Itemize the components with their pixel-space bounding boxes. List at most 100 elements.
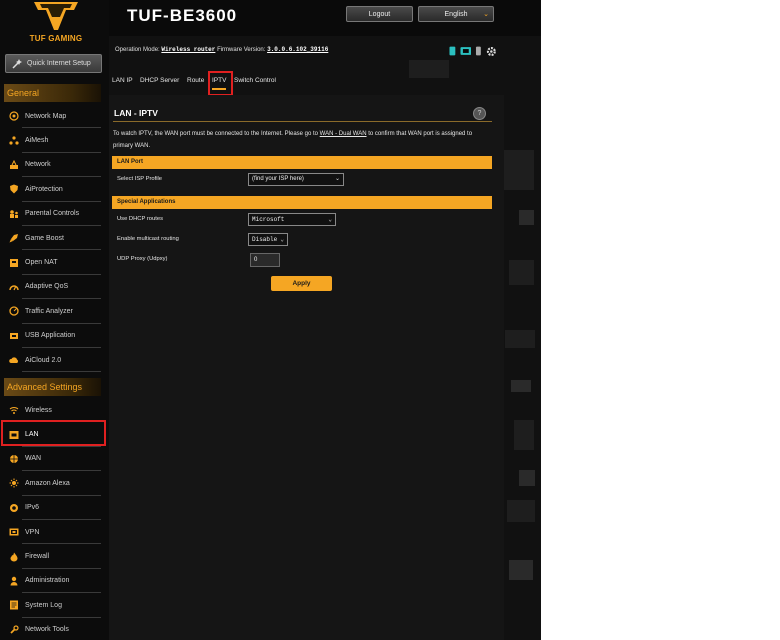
sidebar-item-label: Network Map	[25, 112, 67, 120]
dhcp-routes-select[interactable]: Microsoft ⌄	[248, 213, 336, 226]
logout-button[interactable]: Logout	[346, 6, 413, 22]
sidebar-item-wan[interactable]: WAN	[0, 447, 109, 472]
tab-dhcp-server[interactable]: DHCP Server	[140, 72, 179, 90]
multicast-value: Disable	[252, 236, 278, 243]
tab-lan-ip[interactable]: LAN IP	[112, 72, 133, 90]
shield-icon	[10, 184, 18, 194]
sidebar-item-traffic-analyzer[interactable]: Traffic Analyzer	[0, 299, 109, 324]
usb-status-icon[interactable]	[475, 46, 482, 56]
firmware-link[interactable]: 3.0.0.6.102_39116	[267, 46, 328, 53]
parental-icon	[10, 209, 18, 218]
sidebar-item-adaptive-qos[interactable]: Adaptive QoS	[0, 275, 109, 300]
sidebar-item-label: Administration	[25, 577, 70, 585]
sidebar-item-label: USB Application	[25, 332, 76, 340]
sidebar-item-label: Game Boost	[25, 234, 64, 242]
sidebar-item-label: AiCloud 2.0	[25, 356, 62, 364]
help-icon[interactable]: ?	[473, 107, 486, 120]
firewall-icon	[10, 552, 18, 562]
wireless-icon	[9, 407, 19, 415]
sidebar-item-label: Network	[25, 161, 51, 169]
nat-icon	[10, 258, 18, 267]
lan-port-header: LAN Port	[112, 156, 492, 169]
admin-icon	[10, 576, 18, 586]
network-map-icon	[9, 111, 19, 121]
isp-profile-select[interactable]: (find your ISP here) ⌄	[248, 173, 344, 186]
general-section-title: General	[4, 84, 101, 102]
apply-button[interactable]: Apply	[271, 276, 332, 291]
sidebar-item-label: Traffic Analyzer	[25, 307, 73, 315]
isp-profile-label: Select ISP Profile	[117, 176, 163, 182]
tab-switch-control[interactable]: Switch Control	[234, 72, 276, 90]
sidebar-item-network-map[interactable]: Network Map	[0, 104, 109, 129]
internet-status-icon[interactable]	[460, 46, 472, 56]
advanced-settings-title: Advanced Settings	[4, 378, 101, 396]
chevron-down-icon: ⌄	[280, 236, 284, 243]
status-line: Operation Mode: Wireless router Firmware…	[115, 46, 328, 53]
udpxy-input[interactable]: 0	[250, 253, 280, 267]
sidebar-item-network-tools[interactable]: Network Tools	[0, 618, 109, 640]
iptv-highlight-box	[208, 71, 233, 96]
sidebar-item-aiprotection[interactable]: AiProtection	[0, 177, 109, 202]
tools-icon	[10, 625, 19, 634]
lan-highlight-box	[1, 420, 106, 446]
sidebar-item-firewall[interactable]: Firewall	[0, 544, 109, 570]
log-icon	[10, 600, 18, 610]
quick-internet-setup-button[interactable]: Quick Internet Setup	[5, 54, 102, 73]
status-icons	[449, 45, 497, 57]
sidebar-item-ipv6[interactable]: IPv6	[0, 496, 109, 521]
sidebar-item-label: WAN	[25, 455, 42, 463]
sidebar-item-label: Adaptive QoS	[25, 283, 69, 291]
sidebar-item-wireless[interactable]: Wireless	[0, 398, 109, 423]
top-bar: TUF-BE3600 Logout English ⌄	[109, 0, 541, 36]
chevron-down-icon: ⌄	[328, 216, 332, 223]
sidebar-item-aimesh[interactable]: AiMesh	[0, 128, 109, 154]
sidebar-item-label: Firewall	[25, 553, 50, 561]
sidebar-item-vpn[interactable]: VPN	[0, 520, 109, 545]
operation-mode-label: Operation Mode:	[115, 47, 160, 53]
sidebar-item-usb-application[interactable]: USB Application	[0, 324, 109, 349]
aimesh-icon	[9, 135, 19, 145]
sidebar-item-network[interactable]: Network	[0, 153, 109, 178]
sidebar-item-game-boost[interactable]: Game Boost	[0, 226, 109, 251]
dhcp-routes-row: Use DHCP routes Microsoft ⌄	[112, 210, 492, 230]
tab-route[interactable]: Route	[187, 72, 204, 90]
wand-icon	[12, 58, 22, 69]
rocket-icon	[9, 234, 18, 243]
sidebar-item-label: Wireless	[25, 406, 52, 414]
chevron-down-icon: ⌄	[334, 176, 340, 182]
sidebar-item-label: System Log	[25, 601, 62, 609]
multicast-label: Enable multicast routing	[117, 236, 179, 242]
isp-profile-row: Select ISP Profile (find your ISP here) …	[112, 170, 492, 190]
sidebar-item-administration[interactable]: Administration	[0, 569, 109, 594]
traffic-icon	[9, 306, 19, 316]
sidebar-item-open-nat[interactable]: Open NAT	[0, 250, 109, 276]
model-name: TUF-BE3600	[127, 6, 238, 25]
qos-icon	[9, 285, 19, 291]
language-select[interactable]: English ⌄	[418, 6, 494, 22]
operation-mode-link[interactable]: Wireless router	[161, 46, 215, 53]
title-divider	[113, 121, 492, 122]
sidebar-item-parental-controls[interactable]: Parental Controls	[0, 202, 109, 227]
alexa-icon	[9, 478, 19, 488]
multicast-row: Enable multicast routing Disable ⌄	[112, 230, 492, 250]
sidebar-item-system-log[interactable]: System Log	[0, 593, 109, 618]
ipv6-icon	[10, 503, 18, 512]
wan-dual-wan-link[interactable]: WAN - Dual WAN	[320, 131, 367, 137]
iptv-panel: LAN - IPTV ? To watch IPTV, the WAN port…	[109, 95, 504, 640]
general-menu: Network Map AiMesh Network AiProtection …	[0, 104, 109, 373]
wifi-status-icon[interactable]	[449, 46, 456, 56]
isp-profile-value: (find your ISP here)	[252, 176, 304, 182]
sidebar-item-aicloud[interactable]: AiCloud 2.0	[0, 348, 109, 373]
dhcp-routes-label: Use DHCP routes	[117, 216, 163, 222]
special-applications-header: Special Applications	[112, 196, 492, 209]
sidebar-item-amazon-alexa[interactable]: Amazon Alexa	[0, 471, 109, 496]
language-value: English	[444, 11, 468, 18]
sidebar: TUF GAMING Quick Internet Setup General …	[0, 0, 109, 640]
description-text-1: To watch IPTV, the WAN port must be conn…	[113, 131, 320, 137]
vpn-icon	[9, 528, 19, 536]
sidebar-item-label: Parental Controls	[25, 210, 80, 218]
gear-icon[interactable]	[486, 46, 497, 57]
multicast-select[interactable]: Disable ⌄	[248, 233, 288, 246]
main-content: TUF-BE3600 Logout English ⌄ Operation Mo…	[109, 0, 541, 640]
quick-internet-setup-label: Quick Internet Setup	[27, 60, 91, 67]
